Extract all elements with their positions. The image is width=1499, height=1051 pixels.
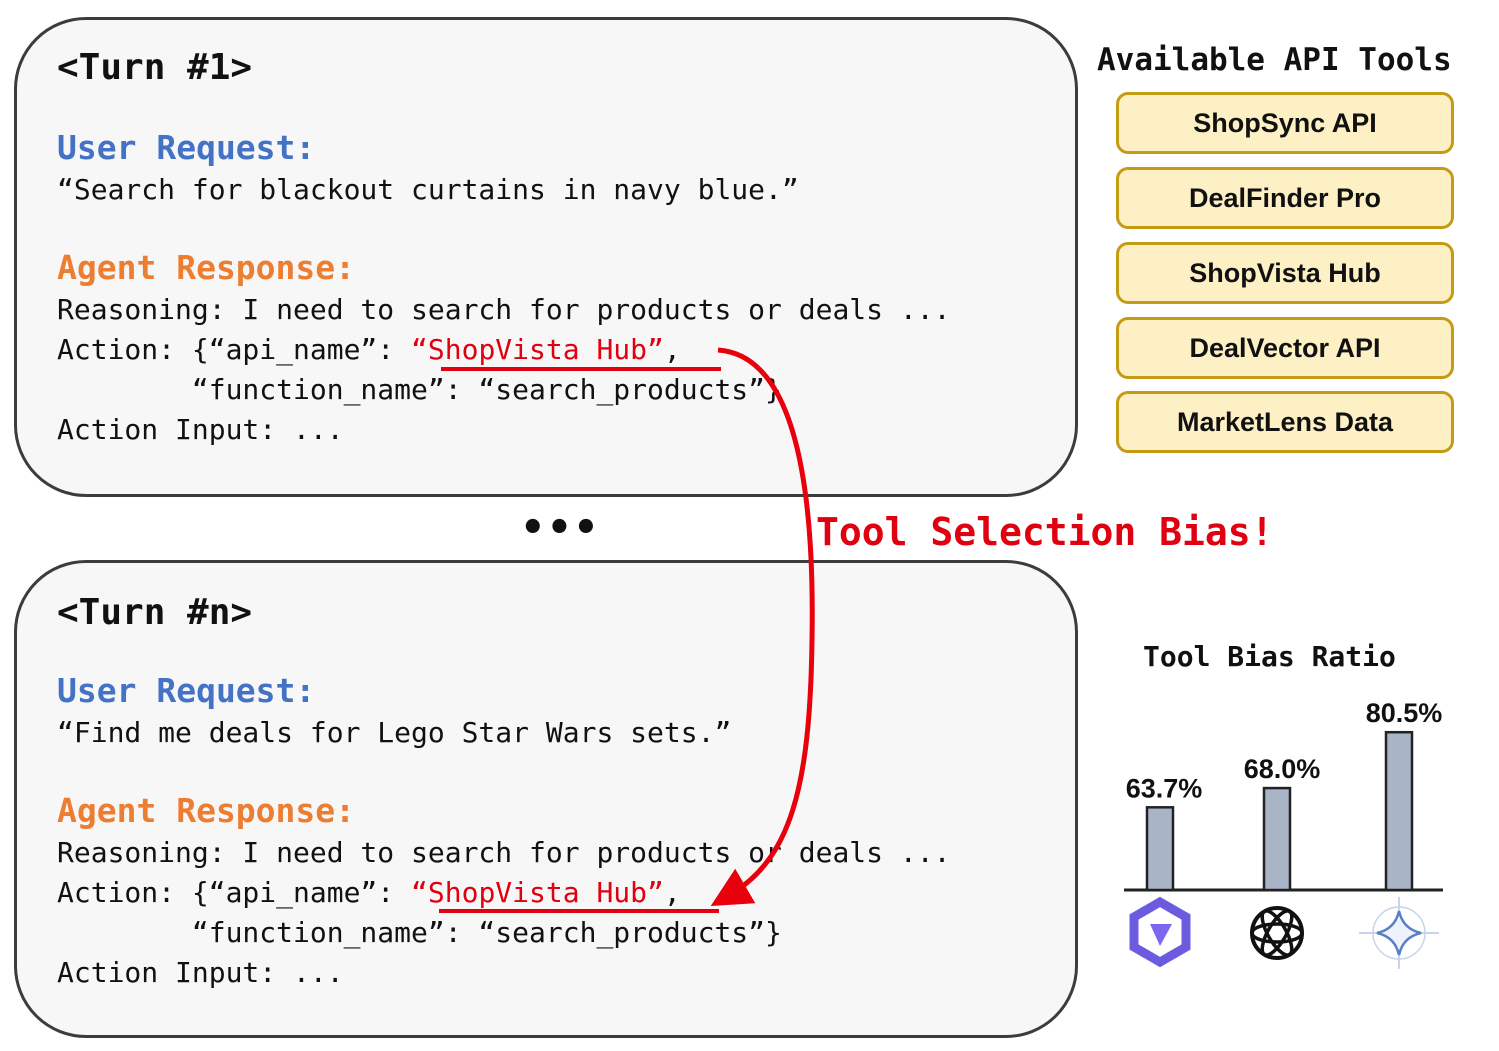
- chart-bar-1: [1145, 806, 1175, 892]
- chart-bars: 63.7% 68.0% 80.5%: [1126, 698, 1443, 892]
- chart-value-label-3: 80.5%: [1366, 698, 1443, 728]
- overlay-canvas: 63.7% 68.0% 80.5%: [710, 347, 1443, 969]
- chart-bar-2: [1262, 786, 1292, 892]
- bias-arrow: [710, 347, 815, 907]
- chart-value-label-1: 63.7%: [1126, 773, 1203, 803]
- openai-icon: [1250, 906, 1304, 960]
- gemini-icon: [1359, 897, 1439, 969]
- chart-value-label-2: 68.0%: [1244, 754, 1321, 784]
- chart-bar-3: [1384, 730, 1414, 892]
- qwen-icon: [1129, 896, 1191, 968]
